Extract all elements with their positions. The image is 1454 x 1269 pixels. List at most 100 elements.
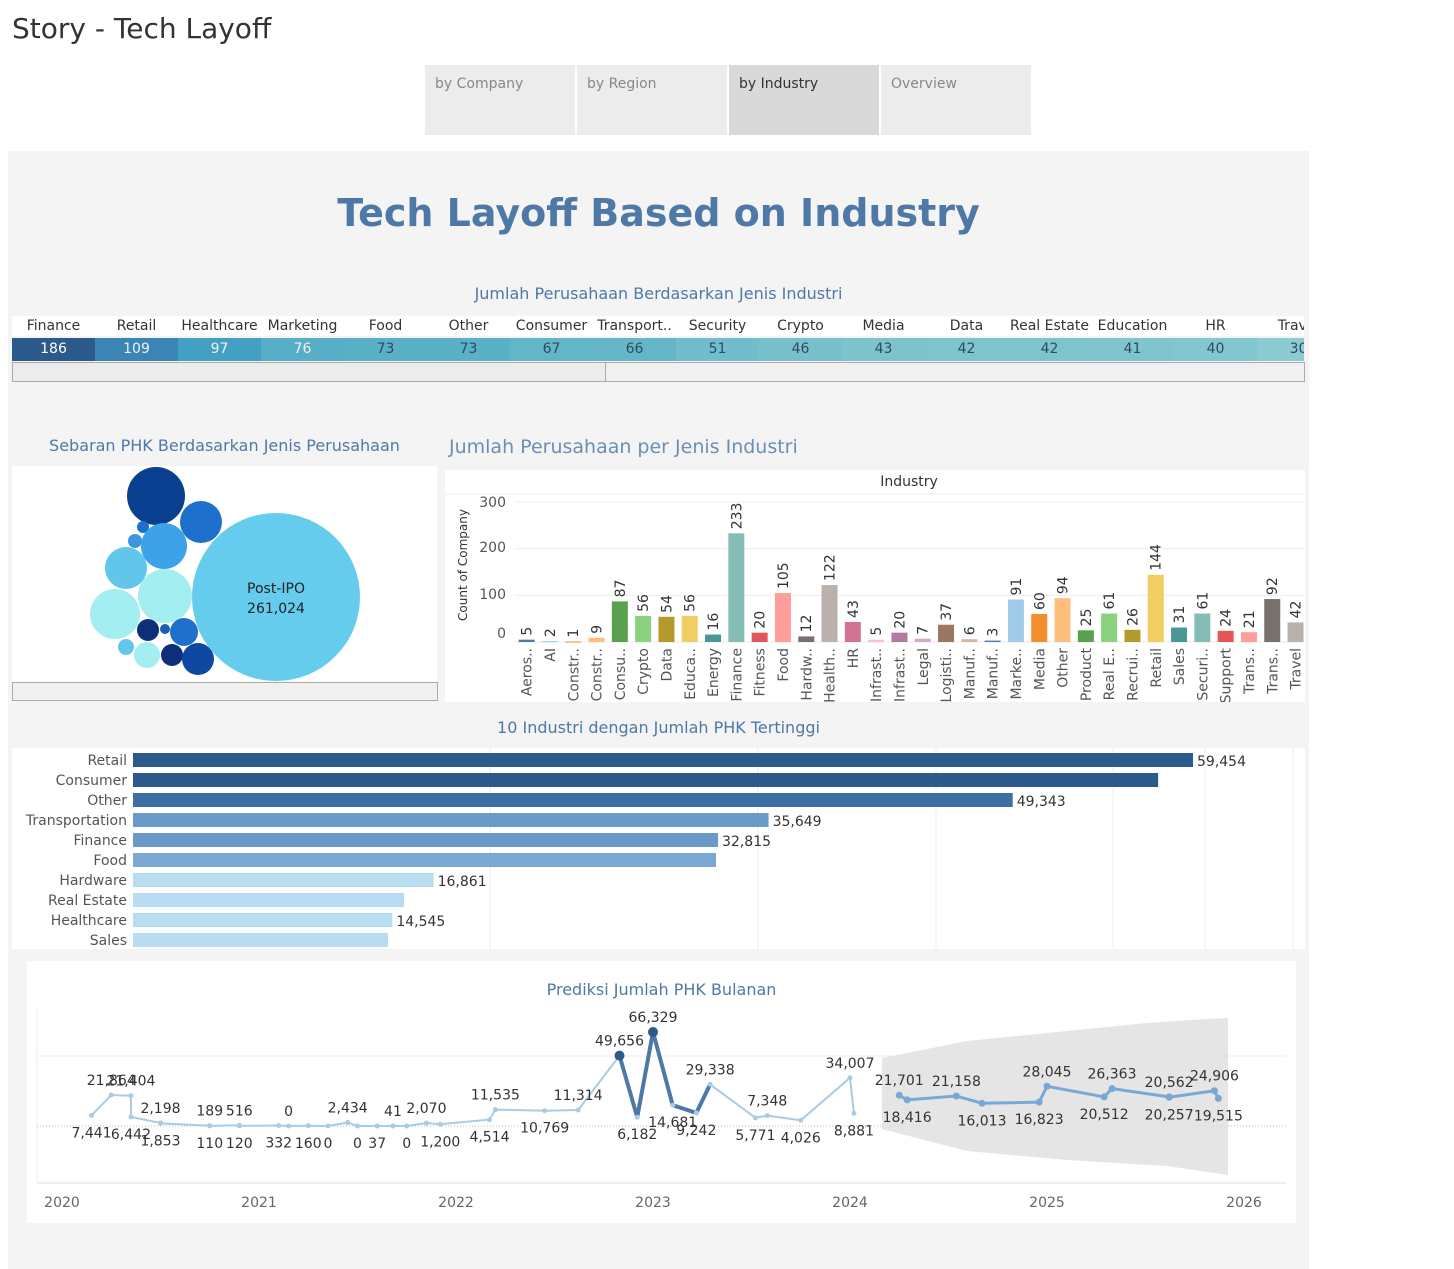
bubble[interactable]	[127, 467, 185, 525]
strip-industry-value[interactable]: 42	[925, 338, 1008, 361]
bubble[interactable]	[161, 644, 183, 666]
strip-industry-value[interactable]: 51	[676, 338, 759, 361]
strip-industry-value[interactable]: 97	[178, 338, 261, 361]
actual-point[interactable]	[670, 1102, 676, 1108]
count-bar[interactable]	[1054, 598, 1071, 642]
actual-point[interactable]	[236, 1123, 242, 1129]
strip-industry-value[interactable]: 46	[759, 338, 842, 361]
actual-point[interactable]	[542, 1108, 548, 1114]
count-bar[interactable]	[914, 638, 931, 642]
actual-point[interactable]	[851, 1110, 857, 1116]
actual-point[interactable]	[648, 1027, 658, 1037]
actual-point[interactable]	[798, 1117, 804, 1123]
count-bar[interactable]	[1240, 632, 1257, 642]
strip-industry-value[interactable]: 30	[1257, 338, 1304, 361]
bubble[interactable]	[160, 624, 170, 634]
tab-by-region[interactable]: by Region	[577, 65, 727, 135]
strip-industry-value[interactable]: 42	[1008, 338, 1091, 361]
actual-point[interactable]	[614, 1050, 625, 1061]
count-bar[interactable]	[1007, 599, 1024, 642]
strip-industry-value[interactable]: 186	[12, 338, 95, 361]
count-bar[interactable]	[1101, 613, 1118, 642]
count-bar[interactable]	[961, 639, 978, 642]
tab-by-industry[interactable]: by Industry	[729, 65, 879, 135]
count-bar[interactable]	[658, 616, 675, 642]
forecast-point[interactable]	[1165, 1093, 1173, 1101]
top10-bar[interactable]	[133, 933, 388, 947]
actual-point[interactable]	[492, 1107, 498, 1113]
tab-by-company[interactable]: by Company	[425, 65, 575, 135]
top10-bar[interactable]	[133, 853, 717, 867]
actual-point[interactable]	[207, 1123, 213, 1129]
bubble[interactable]	[180, 501, 222, 543]
bubble[interactable]	[128, 534, 142, 548]
actual-point[interactable]	[325, 1123, 331, 1129]
strip-industry-value[interactable]: 67	[510, 338, 593, 361]
count-bar[interactable]	[635, 615, 652, 642]
top10-bar[interactable]	[133, 793, 1013, 807]
forecast-point[interactable]	[1214, 1094, 1222, 1102]
bubble[interactable]	[90, 589, 140, 639]
count-bar[interactable]	[1264, 599, 1281, 642]
count-bar[interactable]	[1287, 622, 1304, 642]
actual-point[interactable]	[108, 1092, 114, 1098]
actual-point[interactable]	[158, 1120, 163, 1126]
count-bar[interactable]	[588, 637, 605, 642]
count-bar[interactable]	[844, 621, 861, 642]
actual-point[interactable]	[286, 1123, 292, 1129]
count-bar[interactable]	[774, 593, 791, 642]
count-bar[interactable]	[728, 533, 745, 642]
count-bar[interactable]	[868, 639, 885, 642]
count-bar[interactable]	[1031, 614, 1048, 642]
actual-point[interactable]	[437, 1121, 443, 1127]
bubble[interactable]	[170, 618, 198, 646]
forecast-point[interactable]	[1035, 1098, 1043, 1106]
count-bar[interactable]	[821, 585, 838, 642]
actual-point[interactable]	[575, 1107, 581, 1113]
bubble[interactable]	[105, 547, 147, 589]
actual-point[interactable]	[128, 1093, 134, 1099]
actual-point[interactable]	[404, 1123, 410, 1129]
bubble[interactable]	[138, 569, 192, 623]
count-bar[interactable]	[518, 639, 535, 642]
actual-point[interactable]	[355, 1123, 360, 1129]
actual-point[interactable]	[374, 1123, 380, 1129]
actual-point[interactable]	[345, 1120, 351, 1126]
bubble-post-ipo[interactable]	[192, 513, 360, 681]
top10-bar[interactable]	[133, 813, 769, 827]
forecast-point[interactable]	[978, 1099, 986, 1107]
count-bar[interactable]	[1077, 630, 1094, 642]
tab-overview[interactable]: Overview	[881, 65, 1031, 135]
count-bar[interactable]	[1147, 574, 1164, 642]
strip-industry-value[interactable]: 43	[842, 338, 925, 361]
actual-point[interactable]	[305, 1123, 311, 1129]
actual-point[interactable]	[128, 1114, 134, 1120]
bubble[interactable]	[141, 523, 187, 569]
bubble[interactable]	[134, 642, 160, 668]
count-bar[interactable]	[541, 641, 558, 643]
actual-point[interactable]	[89, 1112, 95, 1118]
actual-point[interactable]	[752, 1115, 758, 1121]
actual-point[interactable]	[707, 1081, 713, 1087]
strip-industry-value[interactable]: 109	[95, 338, 178, 361]
bubble-scrollbar[interactable]	[12, 682, 438, 701]
strip-industry-value[interactable]: 76	[261, 338, 344, 361]
top10-bar[interactable]	[133, 753, 1193, 767]
bubble[interactable]	[118, 639, 134, 655]
count-bar[interactable]	[1194, 613, 1211, 642]
count-bar[interactable]	[984, 640, 1001, 642]
top10-bar[interactable]	[133, 913, 393, 927]
count-bar[interactable]	[938, 624, 955, 642]
actual-point[interactable]	[847, 1075, 853, 1081]
strip-industry-value[interactable]: 66	[593, 338, 676, 361]
strip-industry-value[interactable]: 73	[427, 338, 510, 361]
count-bar[interactable]	[1171, 627, 1188, 642]
forecast-point[interactable]	[1043, 1082, 1051, 1090]
top10-bar[interactable]	[133, 833, 719, 847]
actual-point[interactable]	[634, 1114, 640, 1120]
top10-bar[interactable]	[133, 773, 1159, 787]
count-bar[interactable]	[611, 601, 628, 642]
strip-industry-value[interactable]: 41	[1091, 338, 1174, 361]
count-bar[interactable]	[1124, 629, 1141, 642]
strip-industry-value[interactable]: 73	[344, 338, 427, 361]
